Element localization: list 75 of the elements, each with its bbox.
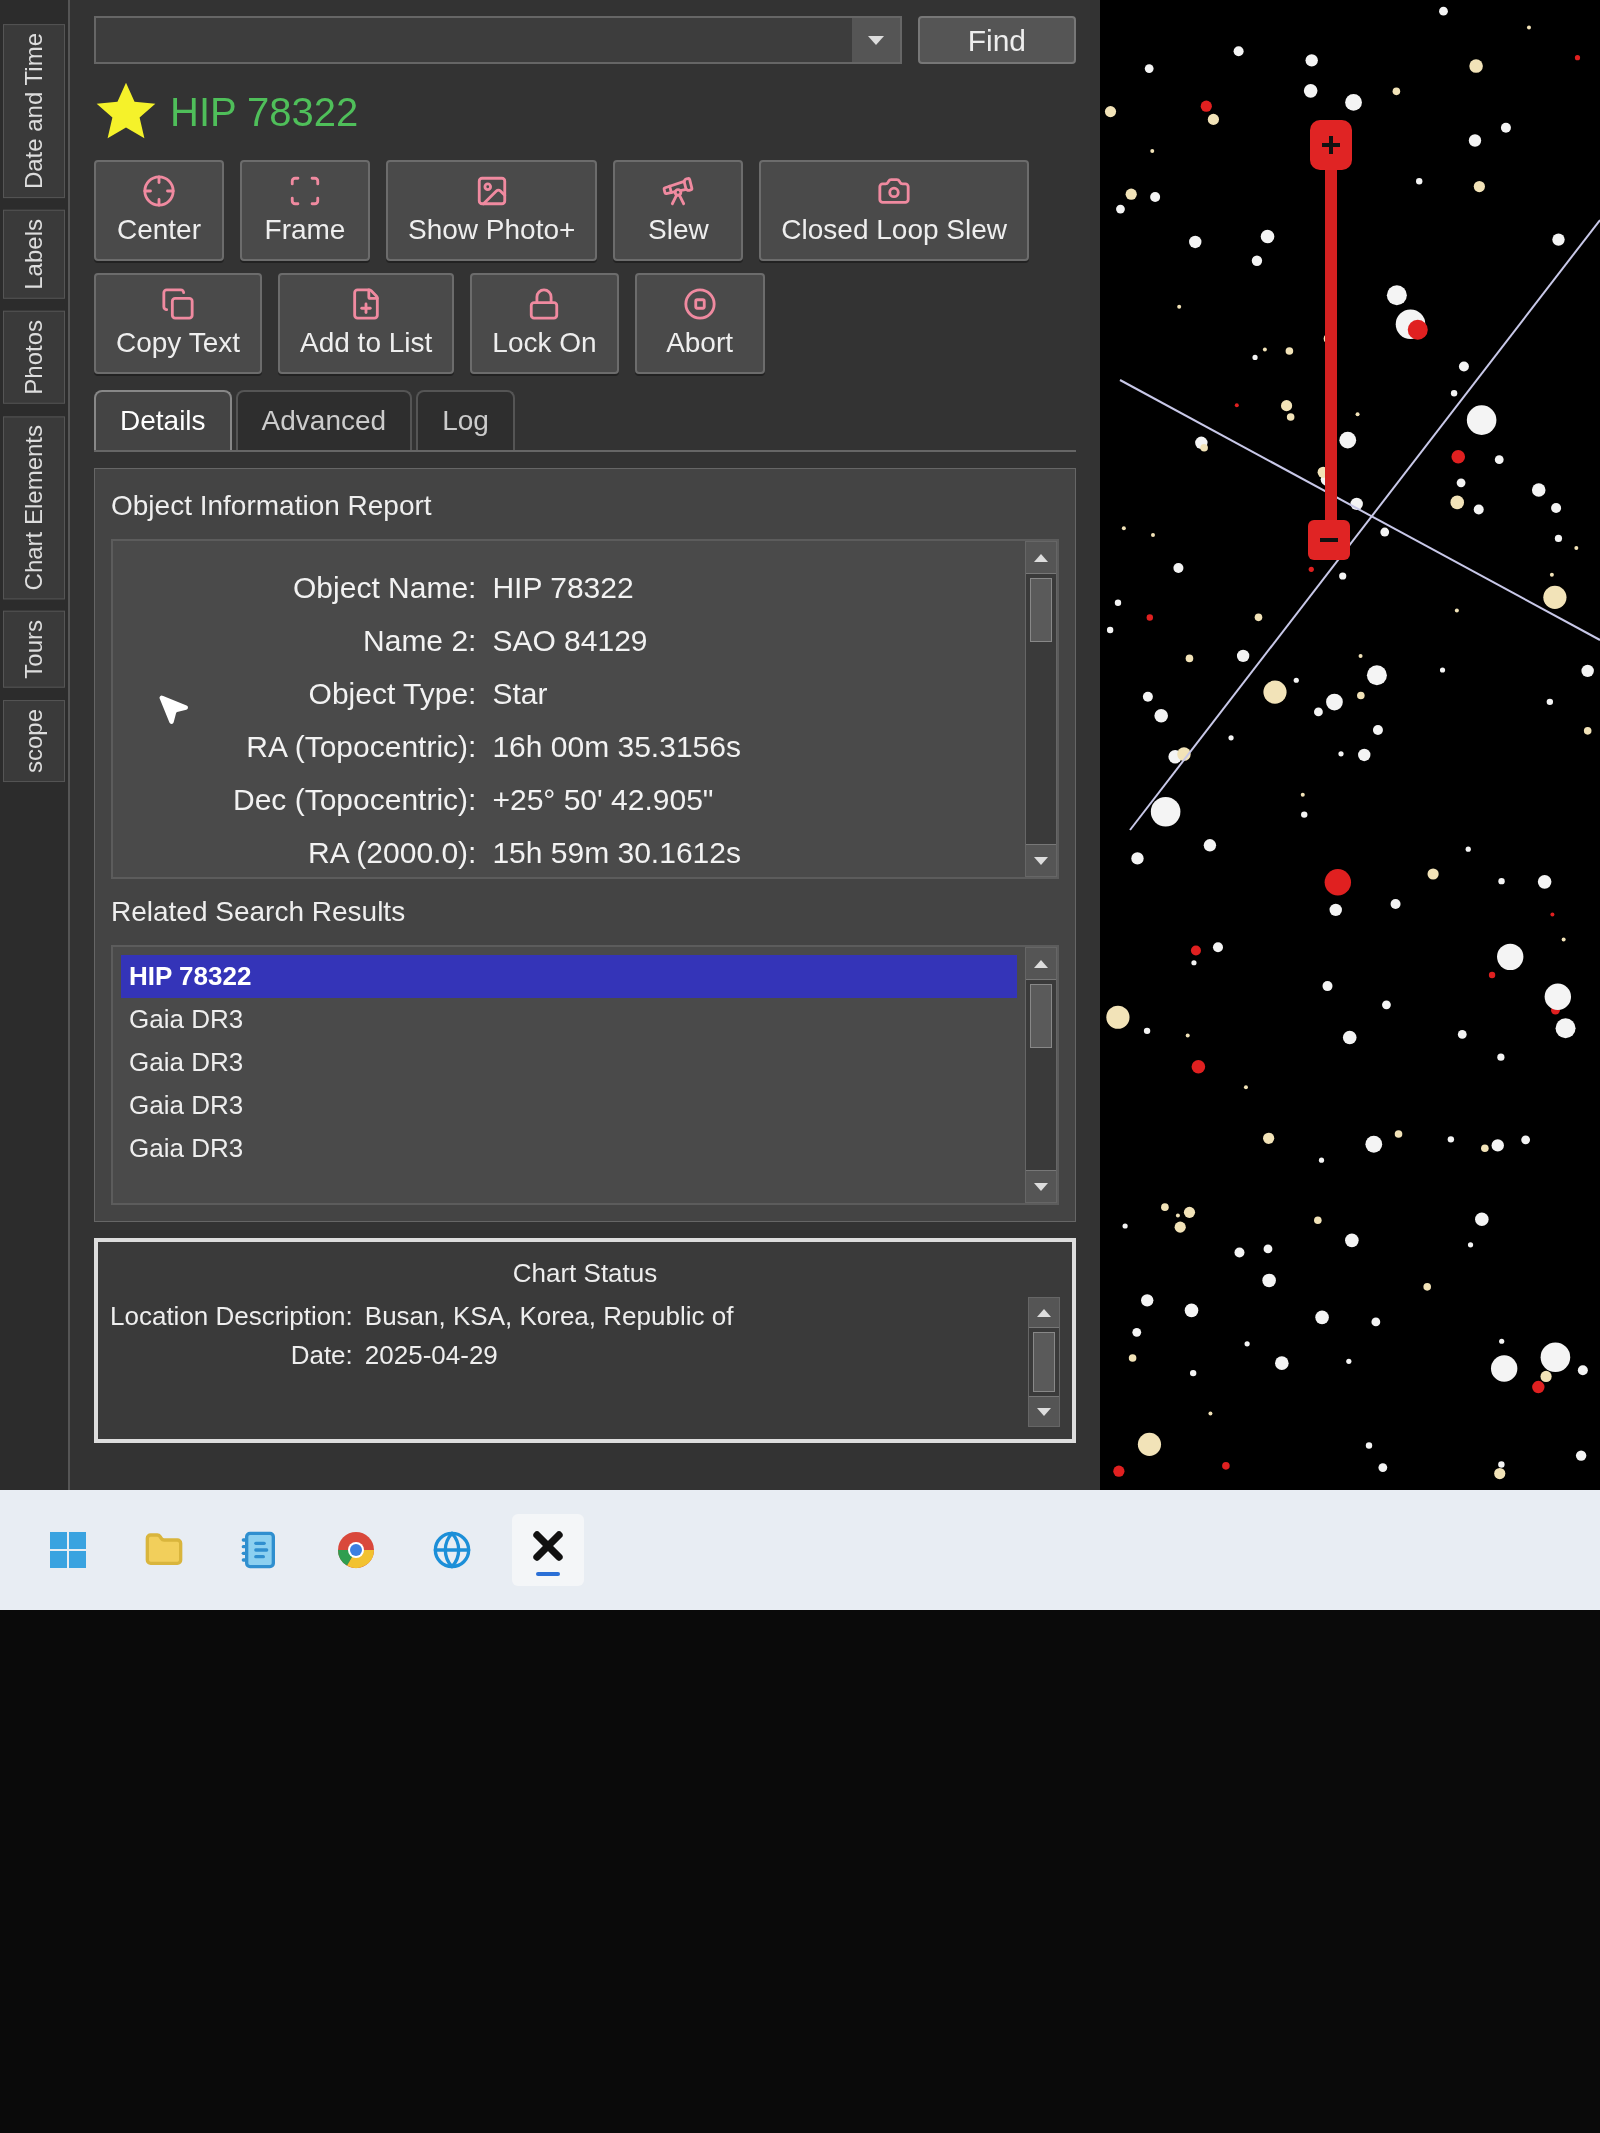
status-value: 2025-04-29: [364, 1339, 499, 1372]
active-indicator: [536, 1572, 560, 1576]
status-label: Date:: [289, 1339, 353, 1372]
frame-icon: [288, 174, 322, 208]
tab[interactable]: Details: [94, 390, 232, 450]
stop-icon: [682, 287, 717, 321]
down-arrow-icon: [1034, 856, 1048, 865]
section-title: Object Information Report: [111, 489, 433, 523]
side-tab[interactable]: Photos: [3, 310, 65, 404]
field-value: +25° 50' 42.905": [492, 782, 715, 818]
globe-icon: [432, 1530, 472, 1570]
field-label: Name 2:: [362, 623, 477, 659]
field-label: RA (2000.0):: [307, 835, 477, 871]
crosshair-icon: [142, 174, 176, 208]
scroll-down-button[interactable]: [1029, 1396, 1059, 1426]
side-tab[interactable]: Labels: [3, 210, 65, 299]
field-label: Object Name:: [292, 570, 477, 606]
copy-icon: [161, 287, 195, 321]
up-arrow-icon: [1034, 553, 1048, 562]
scroll-down-button[interactable]: [1026, 844, 1056, 876]
tab[interactable]: Log: [416, 390, 515, 450]
side-tab[interactable]: Date and Time: [3, 24, 65, 199]
browser-icon: [336, 1530, 376, 1570]
windows-logo-icon: [48, 1530, 88, 1570]
toolbar-button[interactable]: Show Photo+: [386, 160, 598, 261]
down-arrow-icon: [1037, 1407, 1051, 1416]
result-item[interactable]: Gaia DR3: [121, 1041, 1017, 1084]
search-field[interactable]: [94, 16, 902, 64]
toolbar-button[interactable]: Frame: [240, 160, 370, 261]
scroll-thumb[interactable]: [1030, 984, 1052, 1048]
field-label: RA (Topocentric):: [245, 729, 477, 765]
field-label: Dec (Topocentric):: [233, 782, 477, 818]
scrollbar[interactable]: [1025, 947, 1057, 1203]
toolbar-button[interactable]: Slew: [613, 160, 744, 261]
scroll-down-button[interactable]: [1026, 1170, 1056, 1202]
result-item[interactable]: Gaia DR3: [121, 1127, 1017, 1170]
result-item[interactable]: HIP 78322: [121, 955, 1017, 998]
dropdown-button[interactable]: [851, 18, 900, 62]
object-title: HIP 78322: [170, 89, 359, 136]
status-value: Busan, KSA, Korea, Republic of: [364, 1300, 735, 1333]
taskbar-button[interactable]: [512, 1514, 584, 1586]
field-label: Object Type:: [307, 676, 477, 712]
find-button[interactable]: Find: [917, 16, 1076, 64]
section-title: Related Search Results: [111, 895, 407, 929]
toolbar-button[interactable]: Center: [94, 160, 224, 261]
toolbar-button[interactable]: Copy Text: [94, 273, 262, 374]
field-value: 16h 00m 35.3156s: [492, 729, 742, 765]
scroll-up-button[interactable]: [1026, 542, 1056, 574]
up-arrow-icon: [1037, 1308, 1051, 1317]
caret-icon: [867, 35, 884, 45]
scroll-up-button[interactable]: [1026, 948, 1056, 980]
result-item[interactable]: Gaia DR3: [121, 1084, 1017, 1127]
side-tab[interactable]: Tours: [3, 610, 65, 688]
toolbar-button[interactable]: Closed Loop Slew: [759, 160, 1030, 261]
tab[interactable]: Advanced: [235, 390, 413, 450]
toolbar-button[interactable]: Abort: [634, 273, 765, 374]
side-tab[interactable]: Chart Elements: [3, 415, 65, 599]
result-item[interactable]: Gaia DR3: [121, 998, 1017, 1041]
side-tab[interactable]: scope: [3, 699, 65, 782]
toolbar-button[interactable]: Lock On: [470, 273, 619, 374]
scroll-thumb[interactable]: [1033, 1332, 1055, 1392]
scrollbar[interactable]: [1025, 541, 1057, 877]
field-value: 15h 59m 30.1612s: [492, 835, 742, 871]
scroll-up-button[interactable]: [1029, 1298, 1059, 1328]
panel-title: Chart Status: [511, 1257, 659, 1290]
field-value: Star: [492, 676, 549, 712]
up-arrow-icon: [1034, 959, 1048, 968]
status-label: Location Description:: [110, 1300, 353, 1333]
scroll-thumb[interactable]: [1030, 578, 1052, 642]
field-value: HIP 78322: [492, 570, 635, 606]
telescope-icon: [661, 174, 696, 208]
scrollbar[interactable]: [1028, 1297, 1060, 1427]
toolbar-button[interactable]: Add to List: [278, 273, 455, 374]
field-value: SAO 84129: [492, 623, 649, 659]
down-arrow-icon: [1034, 1182, 1048, 1191]
